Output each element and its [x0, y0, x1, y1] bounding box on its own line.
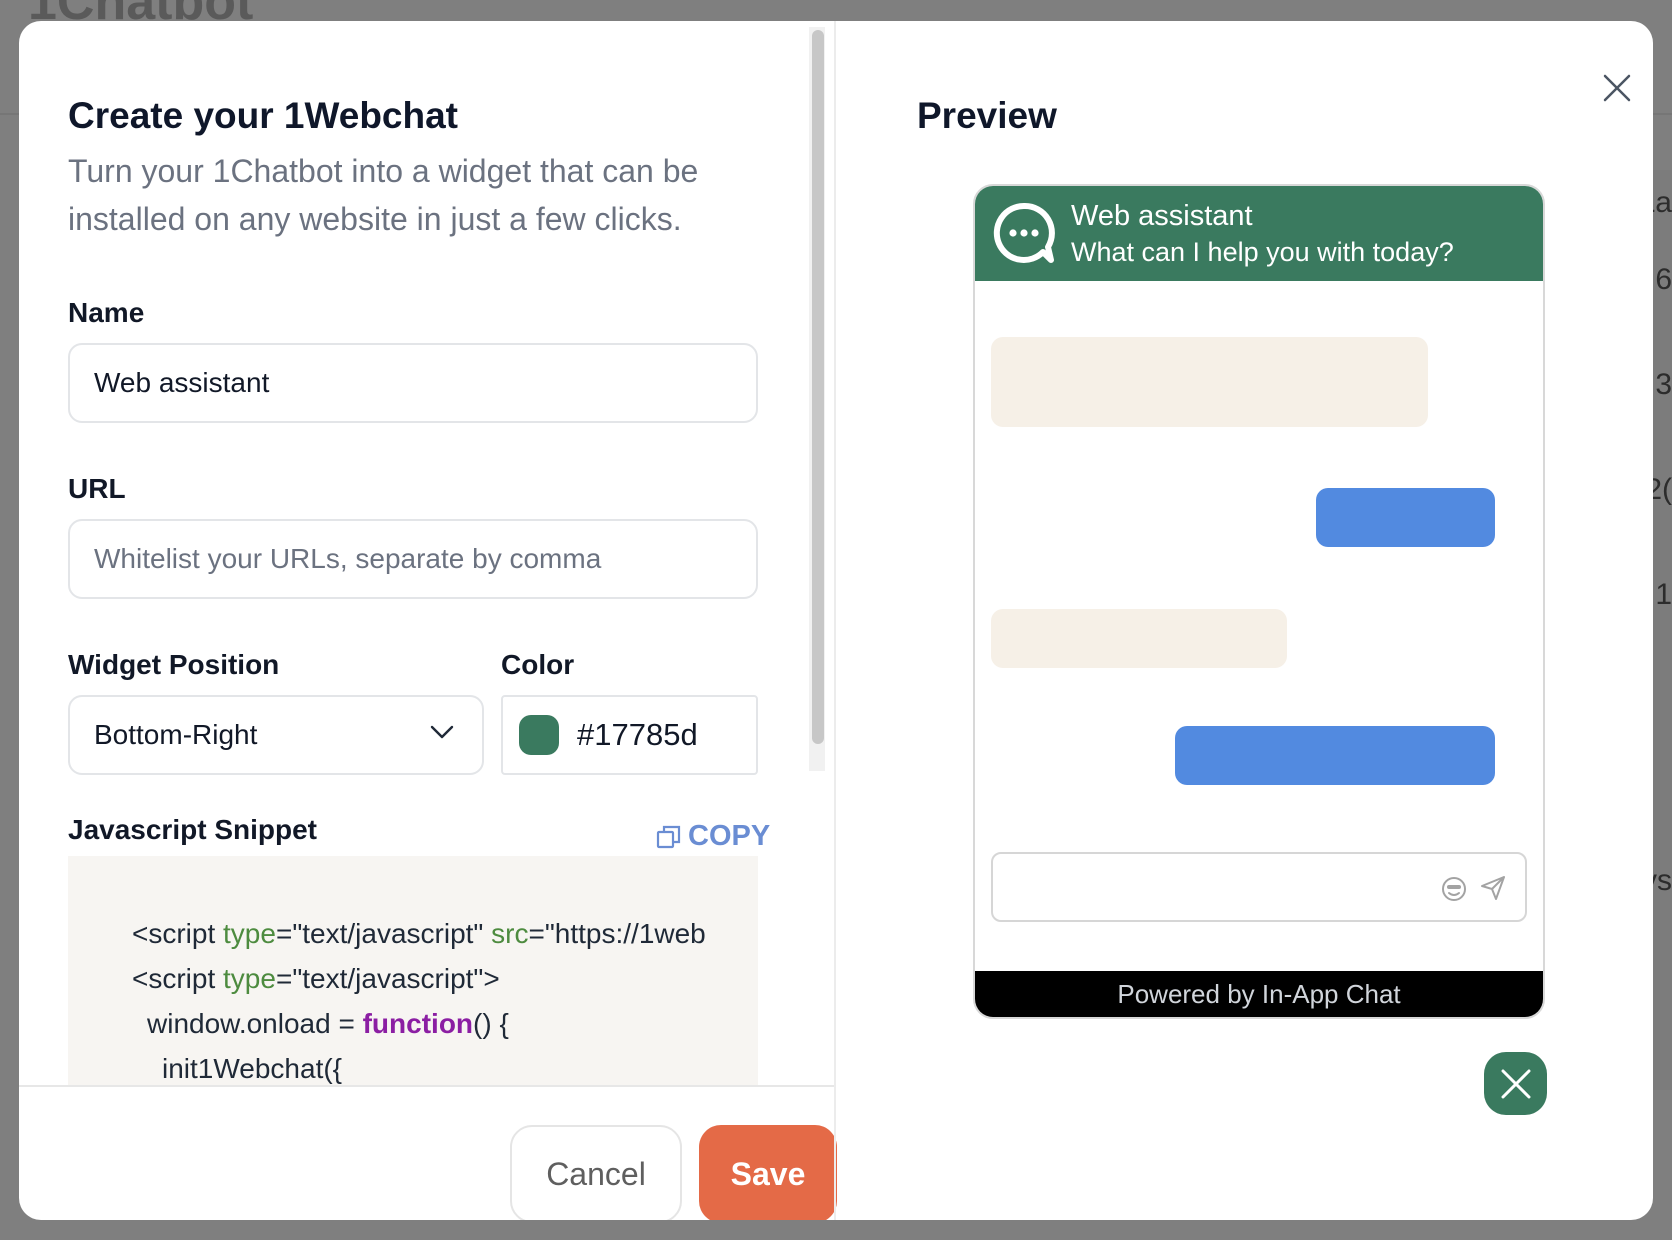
widget-position-label: Widget Position [68, 649, 280, 680]
color-label: Color [501, 649, 575, 680]
form-scroll-area[interactable]: Create your 1Webchat Turn your 1Chatbot … [19, 21, 834, 1085]
webchat-form-panel: Create your 1Webchat Turn your 1Chatbot … [19, 21, 837, 1220]
color-hex-value: #17785d [577, 717, 698, 752]
incoming-message-bubble [991, 337, 1428, 427]
widget-powered-by: Powered by In-App Chat [975, 971, 1543, 1017]
preview-title: Preview [917, 95, 1057, 136]
copy-button[interactable]: COPY [656, 820, 770, 853]
scrollbar-thumb[interactable] [812, 30, 824, 744]
emoji-icon[interactable] [1441, 876, 1467, 902]
background-cell: 3 [1655, 368, 1672, 401]
create-webchat-modal: Create your 1Webchat Turn your 1Chatbot … [19, 21, 1653, 1220]
save-button[interactable]: Save [699, 1125, 837, 1220]
widget-name: Web assistant [1071, 200, 1253, 232]
javascript-snippet[interactable]: <script type="text/javascript" src="http… [68, 856, 758, 1085]
name-label: Name [68, 297, 145, 328]
color-swatch[interactable] [519, 715, 559, 755]
form-title: Create your 1Webchat [68, 95, 458, 136]
snippet-line: init1Webchat({ [162, 1053, 343, 1084]
outgoing-message-bubble [1175, 726, 1495, 785]
footer-divider [19, 1085, 834, 1087]
snippet-line: <script type="text/javascript"> [132, 963, 500, 994]
url-field-wrapper [68, 519, 758, 599]
close-icon[interactable] [1599, 70, 1635, 106]
incoming-message-bubble [991, 609, 1287, 668]
snippet-label: Javascript Snippet [68, 814, 317, 845]
widget-greeting: What can I help you with today? [1071, 237, 1454, 267]
copy-label: COPY [688, 820, 771, 852]
background-cell: 6 [1655, 263, 1672, 296]
chat-widget-preview: Web assistant What can I help you with t… [973, 184, 1545, 1019]
name-field-wrapper [68, 343, 758, 423]
widget-toggle-button[interactable] [1484, 1052, 1547, 1115]
form-subtitle: Turn your 1Chatbot into a widget that ca… [68, 153, 699, 237]
background-cell: 1 [1655, 578, 1672, 611]
url-label: URL [68, 473, 126, 504]
url-field[interactable] [94, 543, 732, 575]
outgoing-message-bubble [1316, 488, 1495, 547]
widget-position-select[interactable]: Bottom-Right [68, 695, 484, 775]
widget-message-input[interactable] [991, 852, 1527, 922]
cancel-button[interactable]: Cancel [510, 1125, 682, 1220]
color-picker[interactable]: #17785d [501, 695, 758, 775]
panel-divider [834, 21, 836, 1220]
name-field[interactable] [94, 367, 732, 399]
snippet-line: window.onload = function() { [147, 1008, 509, 1039]
chevron-down-icon [430, 725, 454, 739]
widget-header: Web assistant What can I help you with t… [975, 186, 1543, 281]
snippet-line: <script type="text/javascript" src="http… [132, 918, 706, 949]
close-icon [1501, 1069, 1530, 1098]
copy-icon [656, 825, 681, 848]
send-icon[interactable] [1479, 874, 1507, 902]
chat-bubble-icon [993, 202, 1055, 263]
widget-position-value: Bottom-Right [94, 719, 258, 750]
